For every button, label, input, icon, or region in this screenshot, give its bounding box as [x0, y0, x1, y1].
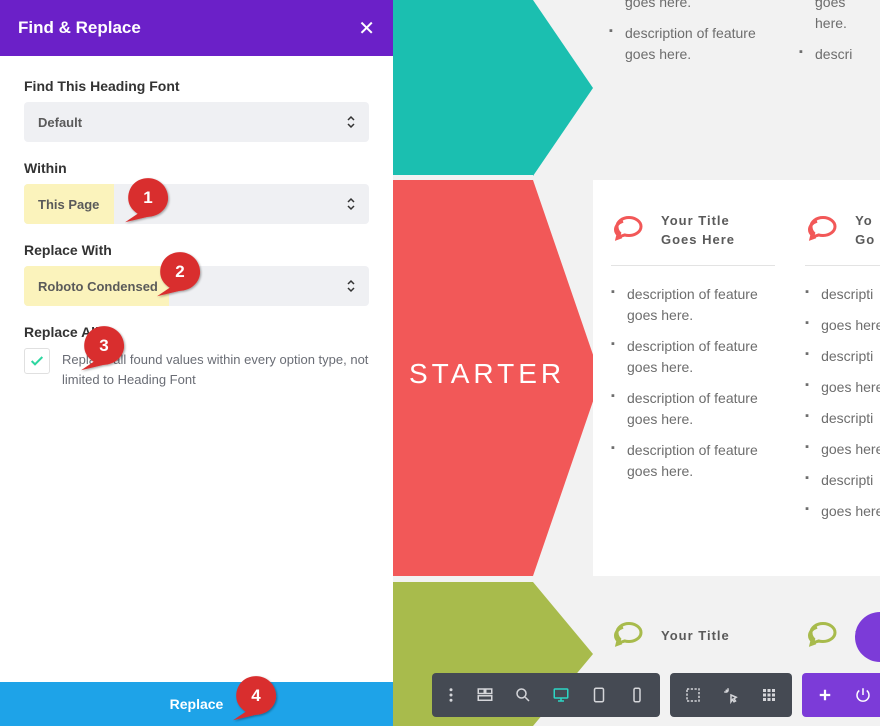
replace-all-checkbox[interactable]: [24, 348, 50, 374]
replace-with-label: Replace With: [24, 242, 369, 258]
starter-label: STARTER: [409, 358, 565, 390]
select-icon[interactable]: [674, 673, 712, 717]
toolbar-group-3: [802, 673, 880, 717]
wireframe-icon[interactable]: [466, 673, 504, 717]
panel-title: Find & Replace: [18, 18, 141, 38]
plus-icon[interactable]: [806, 673, 844, 717]
find-font-label: Find This Heading Font: [24, 78, 369, 94]
mid-feature-list-2: descripti goes here descripti goes here …: [805, 284, 880, 522]
chat-icon: [611, 616, 647, 657]
desktop-icon[interactable]: [542, 673, 580, 717]
toolbar-group-1: [432, 673, 660, 717]
zoom-icon[interactable]: [504, 673, 542, 717]
find-font-select[interactable]: Default: [24, 102, 369, 142]
page-canvas: goes here. description of feature goes h…: [393, 0, 880, 726]
builder-toolbar: [432, 673, 880, 717]
card-title-1: Your Title Goes Here: [661, 212, 735, 248]
chat-icon: [611, 210, 647, 251]
grid-icon[interactable]: [750, 673, 788, 717]
replace-button[interactable]: Replace: [0, 682, 393, 726]
chat-icon: [805, 616, 841, 657]
within-select[interactable]: This Page: [24, 184, 369, 224]
chevron-updown-icon: [347, 197, 355, 211]
within-label: Within: [24, 160, 369, 176]
click-icon[interactable]: [712, 673, 750, 717]
card-title-2: Yo Go: [855, 212, 875, 248]
panel-header: Find & Replace ✕: [0, 0, 393, 56]
mid-feature-list-1: description of feature goes here. descri…: [611, 284, 775, 482]
close-icon[interactable]: ✕: [358, 16, 375, 41]
power-icon[interactable]: [844, 673, 880, 717]
replace-all-label: Replace All: [24, 324, 369, 340]
more-icon[interactable]: [436, 673, 466, 717]
top-feature-list-1: goes here. description of feature goes h…: [609, 0, 769, 75]
replace-with-select[interactable]: Roboto Condensed: [24, 266, 369, 306]
tablet-icon[interactable]: [580, 673, 618, 717]
chevron-updown-icon: [347, 115, 355, 129]
find-replace-panel: Find & Replace ✕ Find This Heading Font …: [0, 0, 393, 726]
phone-icon[interactable]: [618, 673, 656, 717]
toolbar-group-2: [670, 673, 792, 717]
replace-all-description: Replace all found values within every op…: [62, 348, 369, 389]
chevron-updown-icon: [347, 279, 355, 293]
chat-icon: [805, 210, 841, 251]
top-feature-list-2: goes here. descri: [799, 0, 879, 75]
card-title-bottom-1: Your Title: [661, 627, 730, 645]
